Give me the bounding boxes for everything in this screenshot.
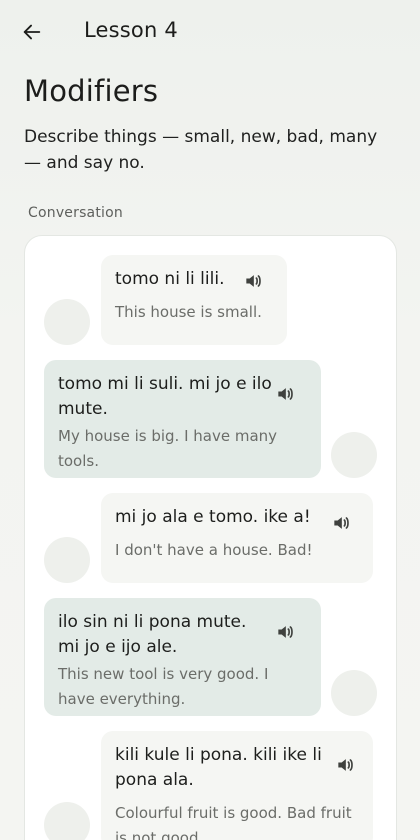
- message-toki-pona: mi jo ala e tomo. ike a!: [115, 507, 311, 527]
- avatar: [331, 432, 377, 478]
- message-translation: Colourful fruit is good. Bad fruit is no…: [115, 804, 352, 840]
- message-translation: My house is big. I have many tools.: [58, 427, 278, 470]
- play-audio-button[interactable]: [243, 271, 263, 291]
- page-title: Modifiers: [24, 74, 159, 108]
- avatar: [44, 299, 90, 345]
- message-translation: I don't have a house. Bad!: [115, 541, 313, 559]
- lesson-title: Lesson 4: [84, 18, 178, 42]
- speaker-icon: [246, 275, 261, 287]
- message-translation: This new tool is very good. I have every…: [58, 665, 269, 708]
- avatar: [44, 802, 90, 840]
- message-bubble: kili kule li pona. kili ike li pona ala.…: [101, 731, 373, 840]
- avatar: [44, 537, 90, 583]
- top-bar: Lesson 4: [0, 0, 420, 64]
- section-label: Conversation: [28, 205, 123, 221]
- avatar: [331, 670, 377, 716]
- play-audio-button[interactable]: [331, 513, 351, 533]
- message-bubble: mi jo ala e tomo. ike a! I don't have a …: [101, 493, 373, 583]
- speaker-icon: [278, 626, 293, 638]
- back-button[interactable]: [14, 16, 50, 48]
- play-audio-button[interactable]: [335, 755, 355, 775]
- message-translation: This house is small.: [115, 303, 262, 321]
- speaker-icon: [338, 759, 353, 771]
- conversation-card: tomo ni li lili. This house is small. to…: [24, 235, 397, 840]
- speaker-icon: [278, 388, 293, 400]
- message-toki-pona: kili kule li pona. kili ike li pona ala.: [115, 745, 322, 790]
- speaker-icon: [334, 517, 349, 529]
- page-description: Describe things — small, new, bad, many …: [24, 127, 378, 173]
- message-bubble: tomo mi li suli. mi jo e ilo mute. My ho…: [44, 360, 321, 478]
- message-bubble: ilo sin ni li pona mute. mi jo e ijo ale…: [44, 598, 321, 716]
- message-toki-pona: ilo sin ni li pona mute. mi jo e ijo ale…: [58, 612, 247, 657]
- message-bubble: tomo ni li lili. This house is small.: [101, 255, 287, 345]
- message-toki-pona: tomo mi li suli. mi jo e ilo mute.: [58, 374, 272, 419]
- play-audio-button[interactable]: [275, 384, 295, 404]
- play-audio-button[interactable]: [275, 622, 295, 642]
- arrow-left-icon: [23, 24, 41, 40]
